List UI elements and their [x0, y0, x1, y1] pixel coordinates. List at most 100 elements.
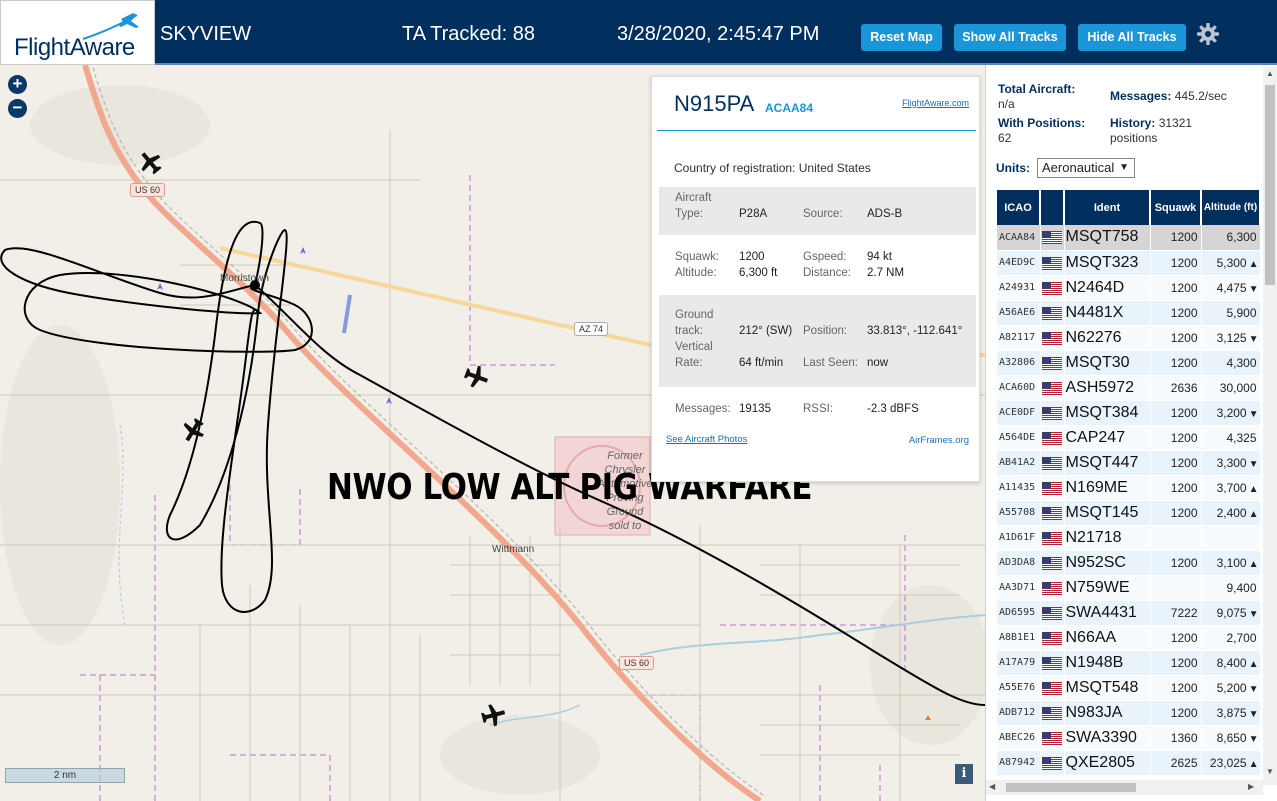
row-icao: AD3DA8 [997, 550, 1041, 576]
scrollbar-thumb[interactable] [1265, 85, 1275, 285]
info-icon[interactable]: i [955, 764, 973, 784]
row-squawk: 1200 [1150, 500, 1202, 526]
us-flag-icon [1041, 531, 1062, 545]
aircraft-table-body: ACAA84 MSQT758 1200 6,300 A4ED9C MSQT323 1200 5… [997, 225, 1261, 776]
scroll-left-arrow-icon[interactable]: ◀ [989, 782, 995, 791]
us-flag-icon [1041, 731, 1062, 745]
table-row[interactable]: A1D61F N21718 [997, 525, 1261, 551]
row-icao: A24931 [997, 275, 1041, 301]
col-icao[interactable]: ICAO [997, 190, 1041, 225]
table-row[interactable]: A8B1E1 N66AA 1200 2,700 [997, 625, 1261, 651]
row-icao: A55E76 [997, 675, 1041, 701]
row-ident: MSQT145 [1064, 500, 1151, 526]
distance-value: 2.7 NM [867, 267, 905, 279]
airstrip-markers [342, 294, 352, 334]
horizontal-scrollbar[interactable]: ◀ ▶ [986, 780, 1263, 795]
col-altitude[interactable]: Altitude (ft) [1201, 190, 1261, 225]
table-row[interactable]: A82117 N62276 1200 3,125 ▼ [997, 325, 1261, 351]
zoom-in-button[interactable]: + [8, 75, 27, 94]
table-row[interactable]: ACE0DF MSQT384 1200 3,200 ▼ [997, 400, 1261, 426]
airframes-link[interactable]: AirFrames.org [909, 435, 969, 446]
flightaware-logo[interactable]: FlightAware [0, 0, 155, 65]
table-row[interactable]: ADB712 N983JA 1200 3,875 ▼ [997, 700, 1261, 726]
row-squawk: 1200 [1150, 275, 1202, 301]
altitude-trend-icon: ▼ [1248, 683, 1259, 695]
us60-label-bottom: US 60 [619, 656, 655, 670]
row-squawk [1150, 575, 1202, 601]
gear-icon[interactable] [1196, 22, 1220, 46]
table-row[interactable]: A56AE6 N4481X 1200 5,900 [997, 300, 1261, 326]
scroll-down-arrow-icon[interactable]: ▼ [1266, 767, 1274, 776]
row-flag [1040, 325, 1065, 351]
popup-section-track: Ground track: 212° (SW) Position: 33.813°… [659, 295, 976, 387]
scale-bar: 2 nm [5, 768, 125, 783]
scroll-up-arrow-icon[interactable]: ▲ [1266, 69, 1274, 78]
horizontal-scrollbar-thumb[interactable] [1006, 783, 1136, 792]
distance-label: Distance: [803, 267, 851, 279]
table-row[interactable]: AD6595 SWA4431 7222 9,075 ▼ [997, 600, 1261, 626]
col-squawk[interactable]: Squawk [1150, 190, 1202, 225]
vertical-scrollbar[interactable]: ▲ ▼ [1263, 67, 1277, 785]
row-icao: A564DE [997, 425, 1041, 451]
row-altitude: 9,075 ▼ [1201, 600, 1261, 626]
popup-messages-label: Messages: [675, 403, 731, 415]
table-row[interactable]: AB41A2 MSQT447 1200 3,300 ▼ [997, 450, 1261, 476]
row-squawk: 1200 [1150, 250, 1202, 276]
row-ident: N62276 [1064, 325, 1151, 351]
scroll-right-arrow-icon[interactable]: ▶ [1248, 782, 1254, 791]
row-altitude: 8,650 ▼ [1201, 725, 1261, 751]
us-flag-icon [1041, 481, 1062, 495]
aircraft-photos-link[interactable]: See Aircraft Photos [666, 434, 747, 445]
table-row[interactable]: A11435 N169ME 1200 3,700 ▲ [997, 475, 1261, 501]
table-row[interactable]: A24931 N2464D 1200 4,475 ▼ [997, 275, 1261, 301]
table-row[interactable]: A4ED9C MSQT323 1200 5,300 ▲ [997, 250, 1261, 276]
row-ident: MSQT323 [1064, 250, 1151, 276]
row-altitude: 2,400 ▲ [1201, 500, 1261, 526]
squawk-label: Squawk: [675, 251, 720, 263]
altitude-trend-icon: ▼ [1248, 408, 1259, 420]
units-select[interactable]: Aeronautical ▼ [1037, 158, 1135, 178]
dropdown-arrow-icon: ▼ [1119, 162, 1129, 173]
table-row[interactable]: A55708 MSQT145 1200 2,400 ▲ [997, 500, 1261, 526]
col-flag[interactable] [1040, 190, 1065, 225]
units-selected-value: Aeronautical [1042, 160, 1115, 175]
show-all-tracks-button[interactable]: Show All Tracks [954, 24, 1066, 51]
table-row[interactable]: ACAA84 MSQT758 1200 6,300 [997, 225, 1261, 251]
row-icao: A55708 [997, 500, 1041, 526]
table-row[interactable]: A32806 MSQT30 1200 4,300 [997, 350, 1261, 376]
table-row[interactable]: AA3D71 N759WE 9,400 [997, 575, 1261, 601]
table-row[interactable]: A17A79 N1948B 1200 8,400 ▲ [997, 650, 1261, 676]
row-flag [1040, 550, 1065, 576]
table-row[interactable]: A87942 QXE2805 2625 23,025 ▲ [997, 750, 1261, 776]
table-row[interactable]: A564DE CAP247 1200 4,325 [997, 425, 1261, 451]
row-altitude: 8,400 ▲ [1201, 650, 1261, 676]
flightaware-link[interactable]: FlightAware.com [902, 98, 969, 108]
hide-all-tracks-button[interactable]: Hide All Tracks [1078, 24, 1186, 51]
us-flag-icon [1041, 756, 1062, 770]
zoom-out-button[interactable]: − [8, 99, 27, 118]
reset-map-button[interactable]: Reset Map [861, 24, 942, 51]
row-ident: N2464D [1064, 275, 1151, 301]
table-row[interactable]: ACA60D ASH5972 2636 30,000 [997, 375, 1261, 401]
row-squawk: 1200 [1150, 425, 1202, 451]
squawk-value: 1200 [739, 251, 765, 263]
table-row[interactable]: ABEC26 SWA3390 1360 8,650 ▼ [997, 725, 1261, 751]
altitude-trend-icon: ▲ [1248, 483, 1259, 495]
table-row[interactable]: AD3DA8 N952SC 1200 3,100 ▲ [997, 550, 1261, 576]
row-flag [1040, 650, 1065, 676]
app-name: SKYVIEW [160, 23, 252, 45]
popup-section-squawk: Squawk: 1200 Gspeed: 94 kt Altitude: 6,3… [659, 247, 976, 287]
row-flag [1040, 625, 1065, 651]
us-flag-icon [1041, 306, 1062, 320]
messages-stat: Messages: 445.2/sec [1110, 89, 1227, 103]
row-ident: ASH5972 [1064, 375, 1151, 401]
row-flag [1040, 525, 1065, 551]
row-squawk: 1200 [1150, 675, 1202, 701]
source-value: ADS-B [867, 208, 903, 220]
row-icao: ACAA84 [997, 225, 1041, 251]
row-icao: ACE0DF [997, 400, 1041, 426]
rssi-value: -2.3 dBFS [867, 403, 919, 415]
col-ident[interactable]: Ident [1064, 190, 1151, 225]
table-row[interactable]: A55E76 MSQT548 1200 5,200 ▼ [997, 675, 1261, 701]
row-squawk: 1200 [1150, 650, 1202, 676]
